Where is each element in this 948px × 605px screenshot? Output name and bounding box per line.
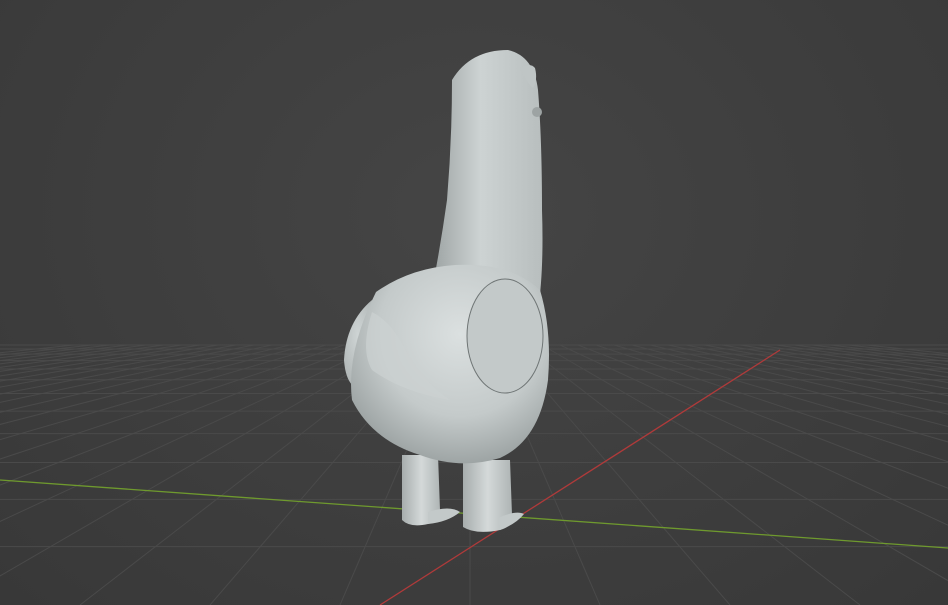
grid-line (0, 344, 219, 382)
grid-line (0, 344, 273, 403)
grid-line (739, 344, 948, 378)
eye (532, 107, 542, 117)
3d-viewport[interactable] (0, 0, 948, 605)
grid-line (0, 344, 237, 388)
grid-line (703, 344, 948, 390)
grid-line (0, 344, 291, 413)
grid-line (865, 344, 948, 355)
grid-line (595, 344, 948, 463)
grid-line (0, 344, 93, 356)
bird-model[interactable] (344, 50, 549, 532)
grid-line (847, 344, 948, 357)
grid-line (667, 344, 948, 405)
grid-line (0, 344, 327, 441)
grid-line (0, 344, 75, 354)
foot-left (428, 508, 460, 524)
wing-left (466, 278, 544, 394)
viewport-canvas[interactable] (0, 0, 948, 605)
grid-line (577, 344, 948, 489)
grid-line (0, 344, 255, 395)
grid-line (523, 344, 861, 605)
grid-line (613, 344, 948, 443)
grid-line (649, 344, 948, 415)
grid-line (0, 344, 165, 368)
grid-line (0, 344, 399, 577)
grid-line (811, 344, 948, 363)
